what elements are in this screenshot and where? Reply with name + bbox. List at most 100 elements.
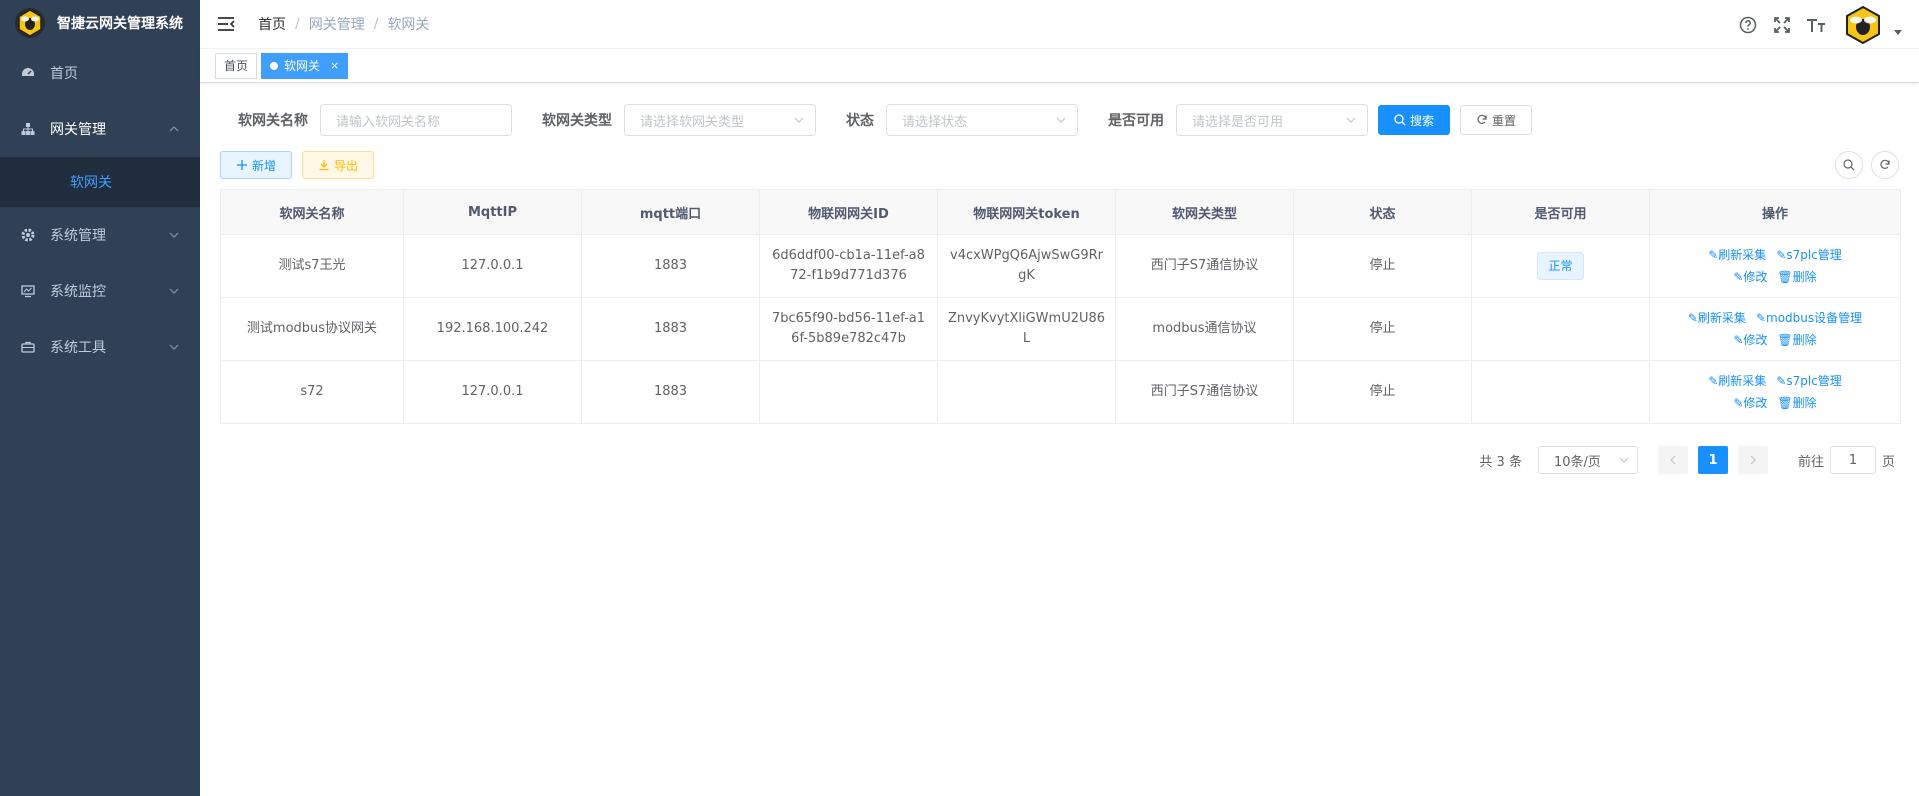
manage-device-link[interactable]: ✎s7plc管理 [1776,246,1842,264]
close-icon[interactable]: × [330,54,339,78]
delete-link[interactable]: 🗑删除 [1777,268,1816,286]
refresh-collect-link[interactable]: ✎刷新采集 [1688,309,1746,327]
cell-type: modbus通信协议 [1115,297,1294,361]
cell-gateway-id: 7bc65f90-bd56-11ef-a16f-5b89e782c47b [759,297,938,361]
column-header: 软网关类型 [1115,189,1294,235]
chevron-right-icon [1750,455,1756,465]
plus-icon [236,159,248,171]
cell-port: 1883 [581,234,760,298]
tag-label: 首页 [224,58,249,73]
prev-page-button[interactable] [1657,446,1688,474]
delete-link[interactable]: 🗑删除 [1777,331,1816,349]
search-icon [1843,159,1855,171]
goto-page-input[interactable]: 1 [1829,446,1876,474]
cell-available [1471,297,1650,361]
delete-link[interactable]: 🗑删除 [1777,394,1816,412]
monitor-icon [20,283,36,299]
refresh-collect-link[interactable]: ✎刷新采集 [1708,372,1766,390]
status-select[interactable]: 请选择状态 [886,104,1078,136]
name-input-placeholder: 请输入软网关名称 [336,114,441,130]
cell-token: ZnvyKvytXliGWmU2U86L [937,297,1116,361]
cell-available: 正常 [1471,234,1650,298]
chevron-down-icon [794,117,804,123]
breadcrumb-home[interactable]: 首页 [258,14,286,34]
sidebar-item-label: 系统监控 [50,284,106,300]
font-size-icon[interactable] [1805,14,1827,36]
user-avatar-dropdown[interactable] [1843,4,1903,45]
available-label: 是否可用 [1108,113,1164,129]
edit-link[interactable]: ✎修改 [1733,394,1767,412]
cell-ip: 127.0.0.1 [403,360,582,424]
navbar: 首页 / 网关管理 / 软网关 [200,0,1919,49]
column-header: 物联网网关ID [759,189,938,235]
edit-link[interactable]: ✎修改 [1733,331,1767,349]
add-button[interactable]: 新增 [220,151,293,179]
search-button[interactable]: 搜索 [1378,105,1451,135]
sidebar-item-label: 系统工具 [50,340,106,356]
manage-device-link[interactable]: ✎s7plc管理 [1776,372,1842,390]
dashboard-icon [20,65,36,81]
sidebar-item-tools[interactable]: 系统工具 [0,319,200,375]
cell-type: 西门子S7通信协议 [1115,234,1294,298]
chevron-down-icon [1056,117,1066,123]
breadcrumb-gateway[interactable]: 网关管理 [309,14,365,34]
tag-home[interactable]: 首页 [215,52,258,79]
refresh-button[interactable] [1871,151,1899,179]
reset-button-label: 重置 [1492,113,1517,128]
page-number-current[interactable]: 1 [1697,446,1728,474]
fullscreen-icon[interactable] [1771,14,1793,36]
sidebar-item-gateway[interactable]: 网关管理 [0,101,200,157]
toggle-search-button[interactable] [1835,151,1863,179]
type-select[interactable]: 请选择软网关类型 [624,104,816,136]
chevron-up-icon [169,126,179,132]
name-input[interactable]: 请输入软网关名称 [320,104,512,136]
reset-button[interactable]: 重置 [1460,105,1533,135]
column-header: 是否可用 [1471,189,1650,235]
page-jumper: 前往 1 页 [1798,446,1895,474]
refresh-collect-link[interactable]: ✎刷新采集 [1708,246,1766,264]
table-row: 测试modbus协议网关 192.168.100.242 1883 7bc65f… [220,297,1901,361]
help-icon[interactable] [1737,14,1759,36]
manage-device-link[interactable]: ✎modbus设备管理 [1756,309,1862,327]
next-page-button[interactable] [1737,446,1768,474]
column-header: mqtt端口 [581,189,760,235]
sidebar-item-home[interactable]: 首页 [0,45,200,101]
refresh-icon [1476,114,1488,126]
search-button-label: 搜索 [1410,113,1435,128]
search-icon [1394,114,1406,126]
chevron-left-icon [1670,455,1676,465]
cell-status: 停止 [1293,297,1472,361]
hamburger-icon[interactable] [216,14,236,34]
column-header: 状态 [1293,189,1472,235]
sidebar-item-soft-gateway[interactable]: 软网关 [0,157,200,207]
chevron-down-icon [1619,457,1629,463]
goto-label: 前往 [1797,454,1824,470]
logo-icon [15,7,45,38]
breadcrumb-separator: / [373,16,379,32]
page-size-select[interactable]: 10条/页 [1537,446,1638,474]
pagination: 共 3 条 10条/页 1 前往 1 页 [220,446,1899,474]
pagination-total: 共 3 条 [1479,454,1522,470]
status-label: 状态 [846,113,874,129]
add-button-label: 新增 [252,158,277,173]
table-header-row: 软网关名称 MqttIP mqtt端口 物联网网关ID 物联网网关token 软… [220,189,1901,235]
toolbar-right [1827,151,1899,179]
toolbar: 新增 导出 [220,151,1899,179]
cell-actions: ✎刷新采集 ✎s7plc管理 ✎修改 🗑删除 [1649,234,1901,298]
cell-port: 1883 [581,360,760,424]
logo[interactable]: 智捷云网关管理系统 [0,0,200,45]
cell-actions: ✎刷新采集 ✎s7plc管理 ✎修改 🗑删除 [1649,360,1901,424]
available-select[interactable]: 请选择是否可用 [1176,104,1368,136]
export-button[interactable]: 导出 [302,151,375,179]
sidebar-item-system[interactable]: 系统管理 [0,207,200,263]
available-badge: 正常 [1537,252,1584,280]
page-suffix-label: 页 [1881,454,1895,470]
column-header: 软网关名称 [220,189,404,235]
edit-link[interactable]: ✎修改 [1733,268,1767,286]
chevron-down-icon [169,344,179,350]
avatar [1843,4,1883,45]
sidebar-item-monitor[interactable]: 系统监控 [0,263,200,319]
available-select-placeholder: 请选择是否可用 [1192,114,1284,130]
tag-soft-gateway[interactable]: 软网关 × [261,52,349,79]
cell-name: 测试modbus协议网关 [220,297,404,361]
